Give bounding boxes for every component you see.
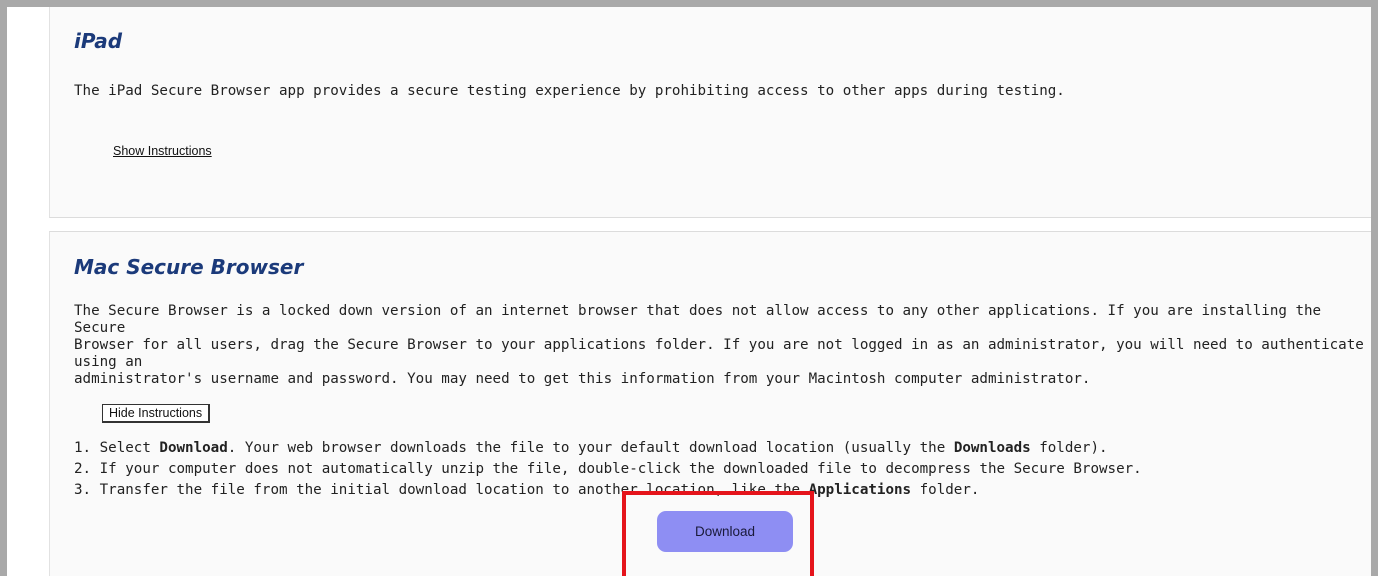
download-button[interactable]: Download bbox=[657, 511, 793, 552]
mac-description-line: The Secure Browser is a locked down vers… bbox=[74, 303, 1322, 336]
mac-description: The Secure Browser is a locked down vers… bbox=[74, 303, 1371, 388]
ipad-title: iPad bbox=[74, 29, 123, 53]
hide-instructions-button[interactable]: Hide Instructions bbox=[102, 404, 211, 423]
mac-description-line: Browser for all users, drag the Secure B… bbox=[74, 337, 1364, 370]
instruction-step: 3. Transfer the file from the initial do… bbox=[74, 482, 980, 498]
show-instructions-link[interactable]: Show Instructions bbox=[113, 144, 212, 158]
ipad-description: The iPad Secure Browser app provides a s… bbox=[74, 83, 1065, 99]
mac-section: Mac Secure Browser The Secure Browser is… bbox=[49, 231, 1371, 576]
instructions-list: 1. Select Download. Your web browser dow… bbox=[74, 438, 1142, 501]
instruction-step: 1. Select Download. Your web browser dow… bbox=[74, 440, 1108, 456]
mac-description-line: administrator's username and password. Y… bbox=[74, 371, 1091, 387]
ipad-section: iPad The iPad Secure Browser app provide… bbox=[49, 7, 1371, 218]
mac-title: Mac Secure Browser bbox=[74, 255, 304, 279]
instruction-step: 2. If your computer does not automatical… bbox=[74, 461, 1142, 477]
